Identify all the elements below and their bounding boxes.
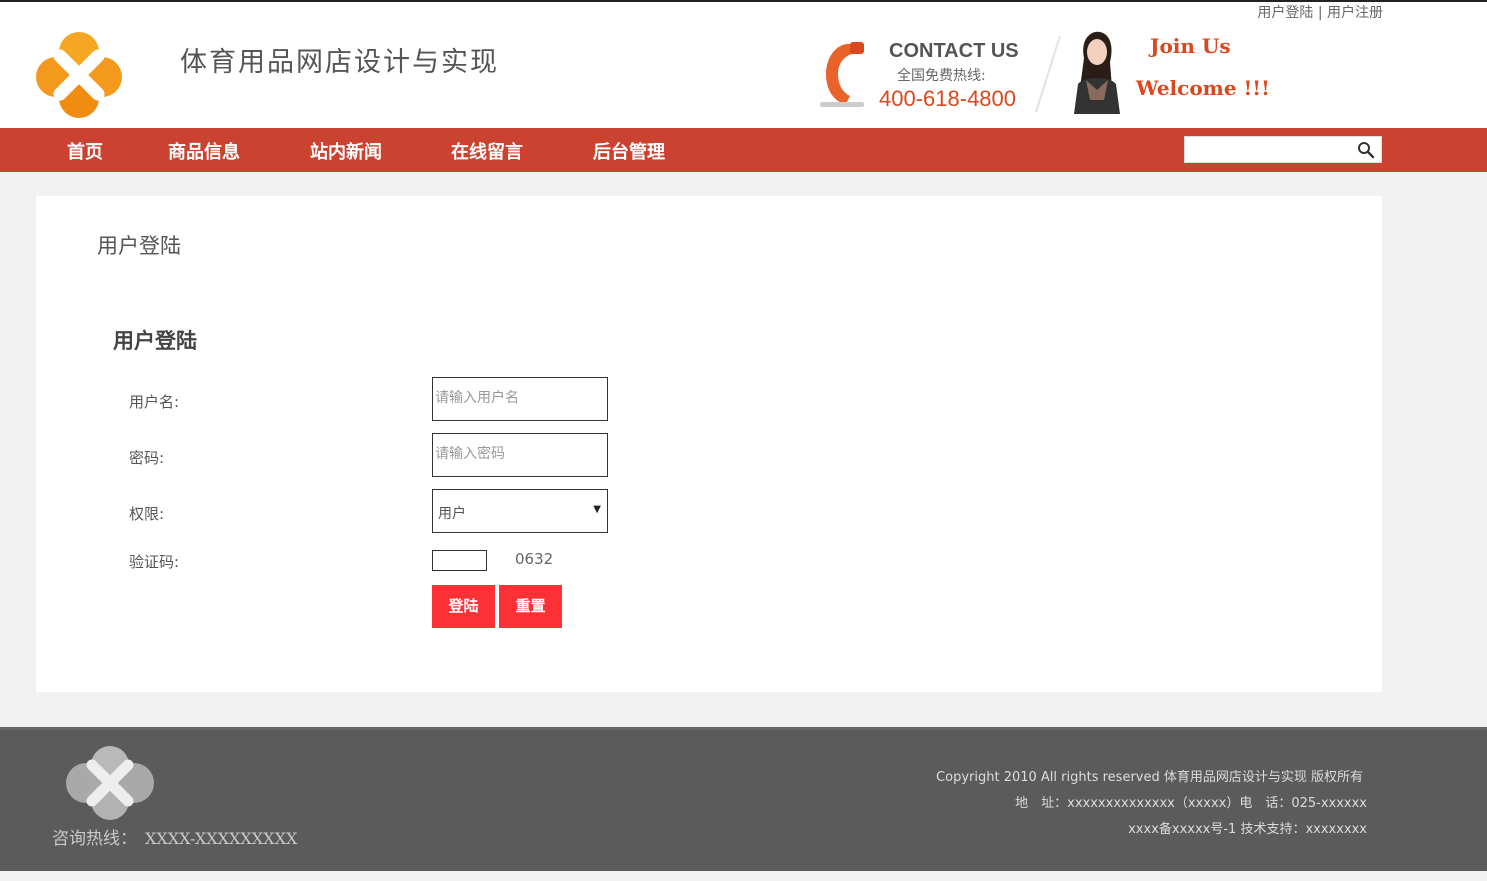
site-logo — [36, 32, 122, 118]
search-box — [1184, 136, 1382, 163]
dropdown-arrow-icon: ▼ — [593, 504, 601, 515]
nav-item-news[interactable]: 站内新闻 — [310, 138, 382, 164]
login-button[interactable]: 登陆 — [432, 585, 495, 628]
nav-item-admin[interactable]: 后台管理 — [593, 138, 665, 164]
page-title: 用户登陆 — [97, 234, 181, 258]
contact-subtitle: 全国免费热线: — [897, 68, 986, 84]
captcha-label: 验证码: — [129, 553, 180, 571]
join-us-text: Join Us — [1150, 34, 1231, 58]
footer-logo — [66, 746, 154, 820]
site-title: 体育用品网店设计与实现 — [180, 47, 499, 78]
role-select[interactable]: 用户 ▼ — [432, 489, 608, 533]
password-input[interactable] — [433, 434, 607, 474]
username-label: 用户名: — [129, 393, 180, 411]
hotline-label: 咨询热线： — [52, 829, 137, 849]
footer-hotline: 咨询热线： XXXX-XXXXXXXXX — [52, 824, 297, 849]
role-label: 权限: — [129, 505, 165, 523]
footer: 咨询热线： XXXX-XXXXXXXXX Copyright 2010 All r… — [0, 727, 1487, 871]
nav-item-messages[interactable]: 在线留言 — [451, 138, 523, 164]
welcome-text: Welcome !!! — [1136, 76, 1270, 100]
register-link[interactable]: 用户注册 — [1327, 5, 1383, 21]
search-input[interactable] — [1185, 137, 1358, 161]
link-separator: | — [1317, 5, 1323, 21]
divider-slash — [1035, 35, 1061, 113]
captcha-input[interactable] — [432, 550, 487, 571]
hotline-number: XXXX-XXXXXXXXX — [145, 829, 298, 848]
password-label: 密码: — [129, 449, 165, 467]
main-nav: 首页 商品信息 站内新闻 在线留言 后台管理 — [0, 128, 1487, 172]
username-field-wrapper — [432, 377, 608, 421]
nav-item-home[interactable]: 首页 — [67, 138, 103, 164]
header: 用户登陆 | 用户注册 体育用品网店设计与实现 CONTACT US 全国免费热… — [0, 2, 1487, 128]
contact-title: CONTACT US — [889, 40, 1019, 62]
password-field-wrapper — [432, 433, 608, 477]
footer-copyright: Copyright 2010 All rights reserved 体育用品网… — [936, 770, 1363, 785]
login-panel: 用户登陆 用户登陆 用户名: 密码: 权限: 用户 ▼ 验证码: 0632 登陆… — [36, 196, 1382, 692]
captcha-code[interactable]: 0632 — [515, 550, 553, 568]
phone-icon — [820, 42, 864, 107]
username-input[interactable] — [433, 378, 607, 418]
top-links: 用户登陆 | 用户注册 — [1257, 2, 1383, 22]
nav-item-products[interactable]: 商品信息 — [168, 138, 240, 164]
woman-avatar-icon — [1074, 31, 1120, 114]
footer-address: 地 址：xxxxxxxxxxxxxx（xxxxx）电 话：025-xxxxxx — [1015, 796, 1367, 811]
reset-button[interactable]: 重置 — [499, 585, 562, 628]
form-title: 用户登陆 — [113, 329, 197, 353]
role-selected-value: 用户 — [438, 506, 466, 522]
contact-phone: 400-618-4800 — [879, 86, 1017, 111]
footer-band — [0, 727, 1487, 730]
search-icon[interactable] — [1357, 141, 1375, 159]
login-link[interactable]: 用户登陆 — [1257, 5, 1313, 21]
footer-icp: xxxx备xxxxx号-1 技术支持：xxxxxxxx — [1128, 822, 1367, 837]
